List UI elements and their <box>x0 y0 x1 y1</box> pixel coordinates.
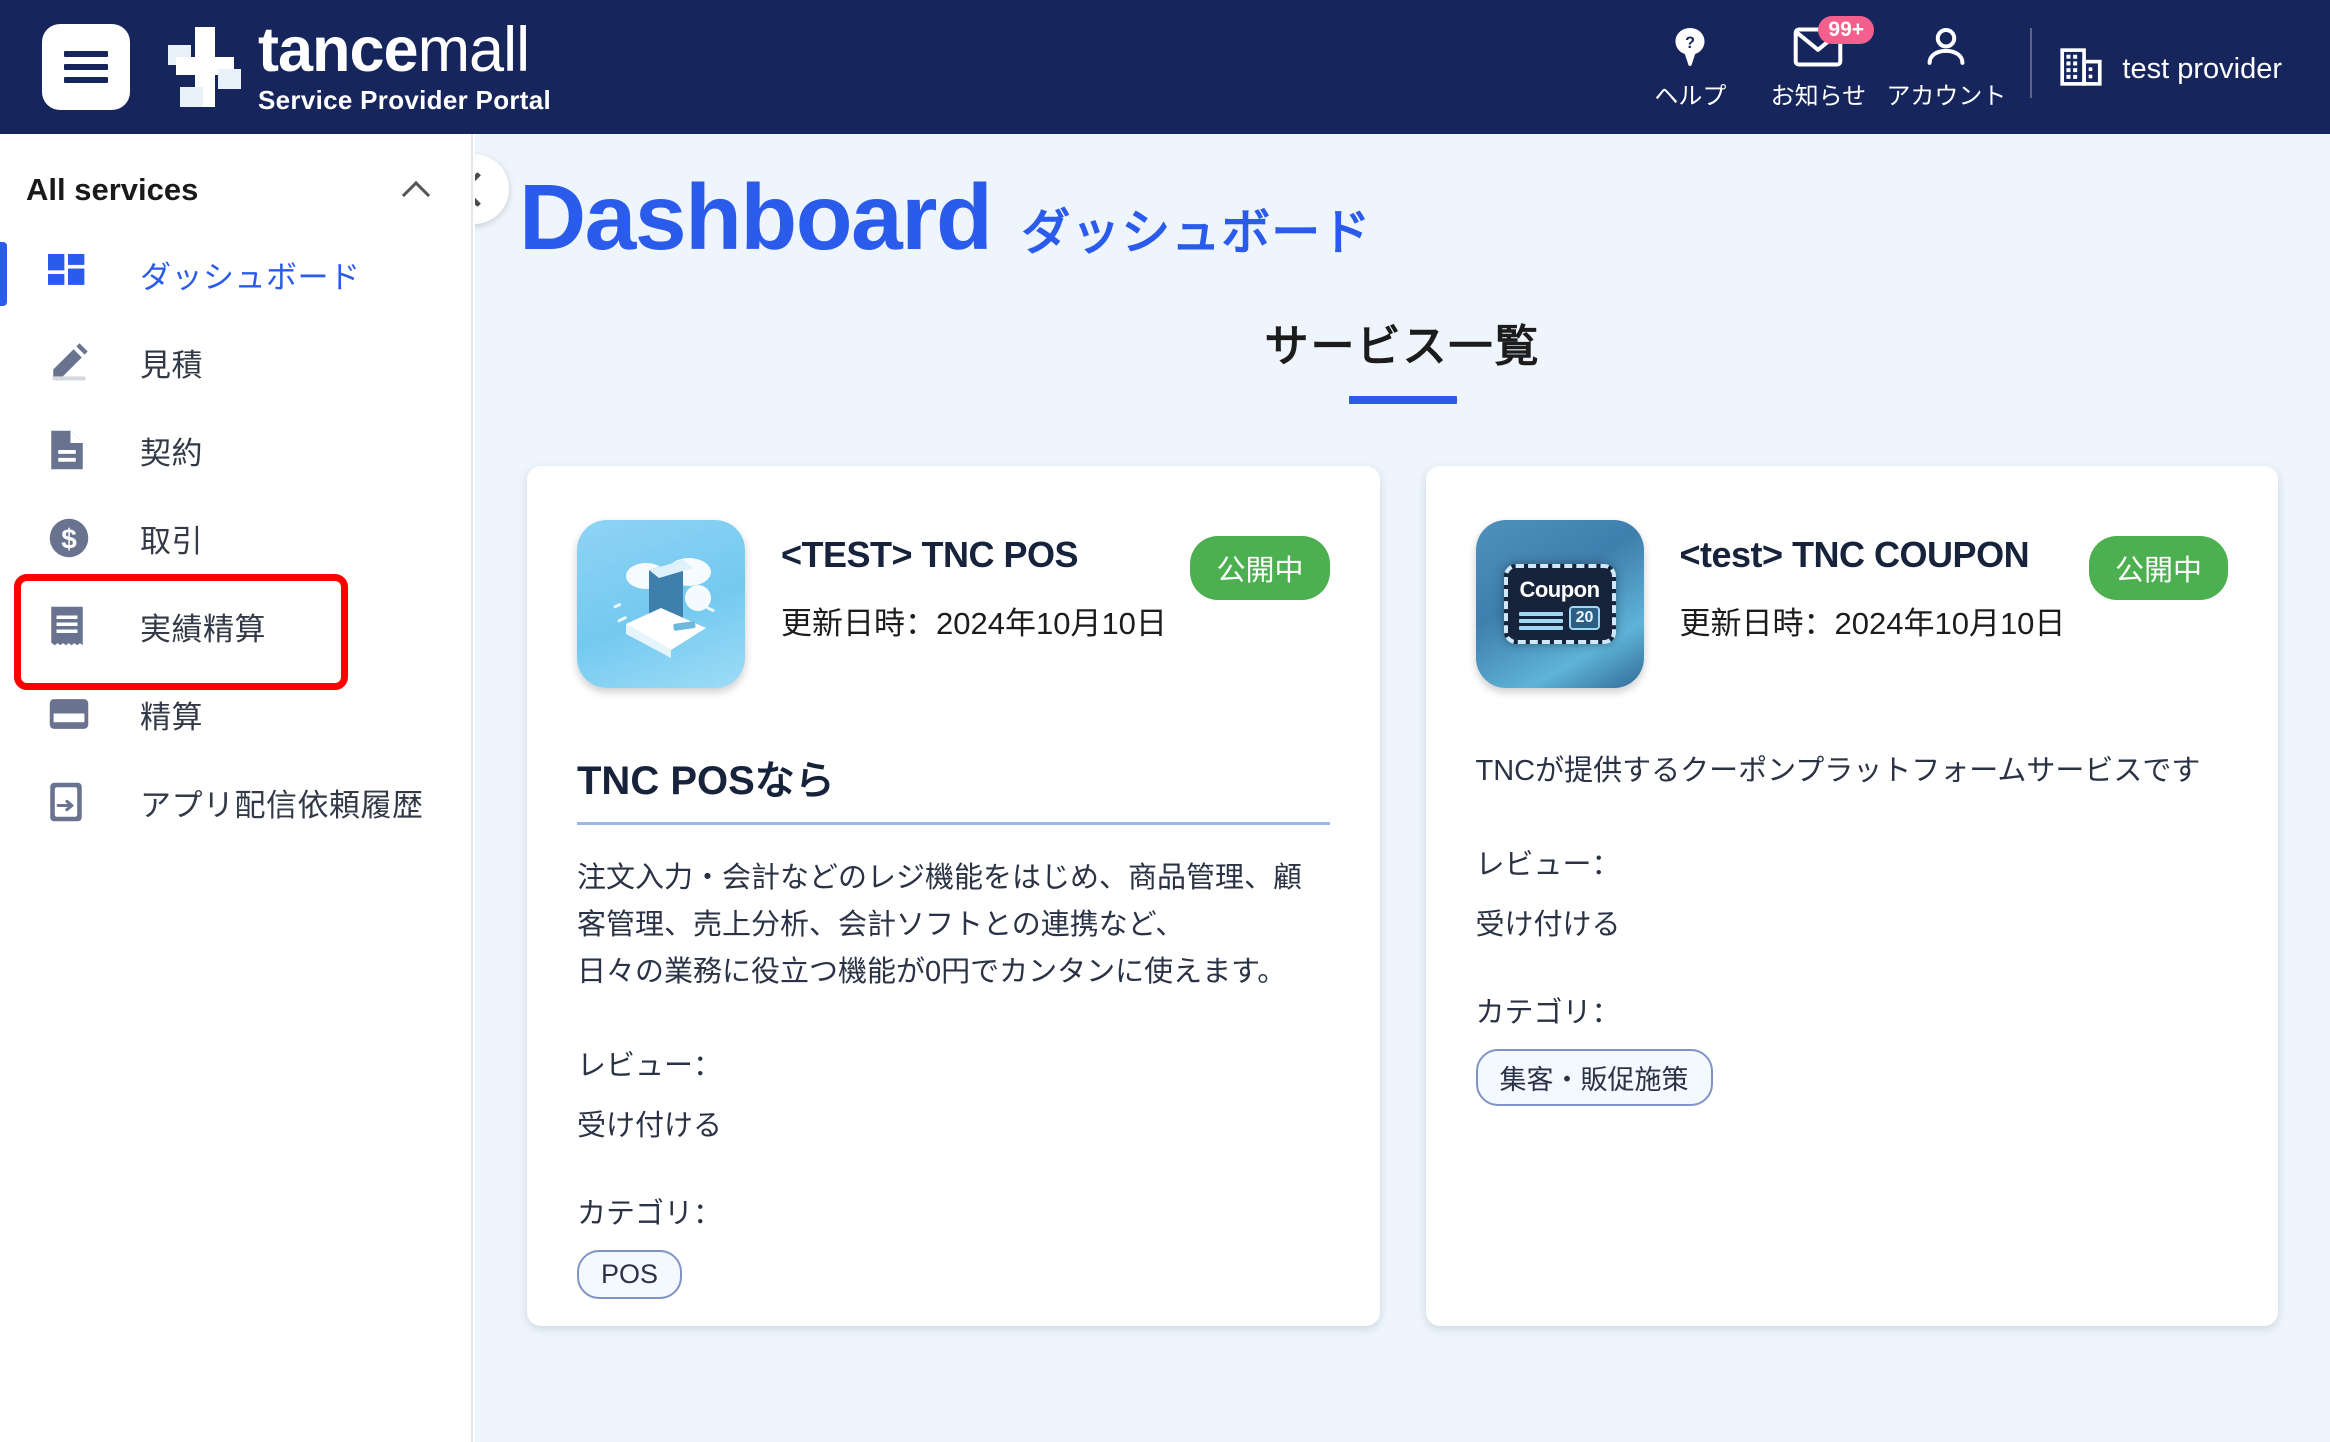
header-divider <box>2030 28 2033 98</box>
building-icon <box>2058 44 2104 95</box>
service-card-body: TNC POSなら 注文入力・会計などのレジ機能をはじめ、商品管理、顧客管理、売… <box>577 748 1330 1300</box>
sidebar-item-performance-settlement[interactable]: 実績精算 <box>0 574 471 690</box>
top-header: tancemall Service Provider Portal ? ヘルプ <box>0 0 2330 134</box>
page-title-en: Dashboard <box>519 165 993 269</box>
dollar-coin-icon: $ <box>48 517 102 559</box>
coupon-lines <box>1518 611 1563 630</box>
pos-app-icon <box>577 520 745 689</box>
sidebar-item-label: 取引 <box>140 523 203 559</box>
service-card-updated: 更新日時：2024年10月10日 <box>1679 606 2066 642</box>
sidebar-item-contract[interactable]: 契約 <box>0 406 471 494</box>
sidebar-title: All services <box>26 172 199 207</box>
review-value: 受け付ける <box>577 1110 723 1143</box>
document-icon <box>48 429 102 471</box>
service-card-header: <TEST> TNC POS 更新日時：2024年10月10日 公開中 <box>577 520 1330 689</box>
coupon-value: 20 <box>1568 606 1601 630</box>
sidebar-item-settlement[interactable]: 精算 <box>0 670 471 758</box>
help-button[interactable]: ? ヘルプ <box>1626 24 1754 111</box>
svg-text:$: $ <box>61 524 77 555</box>
coupon-word: Coupon <box>1519 577 1600 602</box>
header-actions: ? ヘルプ 99+ お知らせ アカウント test provider <box>1626 0 2282 134</box>
sidebar-item-app-delivery-history[interactable]: アプリ配信依頼履歴 <box>0 758 471 846</box>
provider-switcher[interactable]: test provider <box>2058 44 2282 95</box>
service-card-grid: <TEST> TNC POS 更新日時：2024年10月10日 公開中 TNC … <box>475 404 2330 1327</box>
credit-card-icon <box>48 697 102 731</box>
section-underline <box>1348 396 1457 405</box>
page-title: Dashboard ダッシュボード <box>475 134 2330 269</box>
app-share-icon <box>48 781 102 823</box>
account-label: アカウント <box>1886 83 2007 110</box>
help-icon: ? <box>1670 24 1710 70</box>
service-card-lead: TNC POSなら <box>577 748 1330 826</box>
sidebar-item-label: アプリ配信依頼履歴 <box>140 787 424 823</box>
service-card-title: <test> TNC COUPON <box>1679 534 2030 576</box>
hamburger-icon-bar <box>64 51 108 57</box>
service-card-description: 注文入力・会計などのレジ機能をはじめ、商品管理、顧客管理、売上分析、会計ソフトと… <box>577 862 1303 989</box>
review-label: レビュー： <box>1475 848 1621 881</box>
service-card-header: Coupon 20 <test> TNC COUPON 更新日時：2024年10… <box>1475 520 2228 689</box>
service-card[interactable]: Coupon 20 <test> TNC COUPON 更新日時：2024年10… <box>1425 466 2278 1327</box>
sidebar-header[interactable]: All services <box>0 134 471 208</box>
main-content: Dashboard ダッシュボード サービス一覧 <TEST> TNC POS … <box>475 134 2330 1442</box>
service-card-updated: 更新日時：2024年10月10日 <box>781 606 1167 642</box>
brand-name-light: mall <box>417 14 531 85</box>
category-tag-list: POS <box>577 1250 1330 1300</box>
category-tag-list: 集客・販促施策 <box>1475 1048 2229 1106</box>
sidebar-item-estimate[interactable]: 見積 <box>0 318 471 406</box>
sidebar-item-label: 契約 <box>140 435 203 471</box>
receipt-icon <box>48 605 102 647</box>
brand-name-bold: tance <box>258 14 419 85</box>
service-list-section-header: サービス一覧 <box>475 310 2330 405</box>
hamburger-menu-button[interactable] <box>42 24 130 110</box>
service-card-header-text: <test> TNC COUPON 更新日時：2024年10月10日 <box>1680 520 2089 643</box>
pencil-icon <box>48 341 102 383</box>
sidebar: All services ダッシュボード 見積 契約 $ 取引 実績精算 精算 … <box>0 134 473 1442</box>
service-card[interactable]: <TEST> TNC POS 更新日時：2024年10月10日 公開中 TNC … <box>527 466 1380 1327</box>
hamburger-icon-bar <box>64 77 108 83</box>
help-label: ヘルプ <box>1654 83 1727 110</box>
category-tag: 集客・販促施策 <box>1475 1048 1713 1106</box>
category-label: カテゴリ： <box>577 1198 723 1231</box>
sidebar-nav-list: ダッシュボード 見積 契約 $ 取引 実績精算 精算 アプリ配信依頼履歴 <box>0 230 471 846</box>
category-label: カテゴリ： <box>1475 996 1621 1029</box>
dashboard-grid-icon <box>48 254 102 294</box>
account-button[interactable]: アカウント <box>1882 24 2010 111</box>
brand-title: tancemall <box>258 18 551 81</box>
provider-name: test provider <box>2122 53 2282 85</box>
person-icon <box>1925 24 1967 70</box>
review-value: 受け付ける <box>1475 908 1621 941</box>
brand-text: tancemall Service Provider Portal <box>258 18 552 116</box>
notifications-button[interactable]: 99+ お知らせ <box>1754 16 1882 111</box>
status-badge: 公開中 <box>1190 536 1330 601</box>
service-card-body: TNCが提供するクーポンプラットフォームサービスです レビュー： 受け付ける カ… <box>1475 748 2229 1106</box>
sidebar-item-label: 実績精算 <box>140 611 266 647</box>
service-card-description: TNCが提供するクーポンプラットフォームサービスです <box>1475 755 2201 788</box>
section-title: サービス一覧 <box>1264 322 1541 372</box>
coupon-detail: 20 <box>1518 606 1601 630</box>
hamburger-icon-bar <box>64 64 108 70</box>
notification-badge: 99+ <box>1818 16 1875 45</box>
service-card-header-text: <TEST> TNC POS 更新日時：2024年10月10日 <box>781 520 1190 643</box>
coupon-glyph: Coupon 20 <box>1503 564 1616 645</box>
coupon-app-icon: Coupon 20 <box>1475 520 1644 689</box>
page-title-ja: ダッシュボード <box>1021 206 1372 260</box>
sidebar-item-label: ダッシュボード <box>140 259 361 295</box>
tance-mark-icon <box>168 27 242 107</box>
notifications-label: お知らせ <box>1770 83 1867 110</box>
svg-text:?: ? <box>1685 34 1695 52</box>
brand-logo[interactable]: tancemall Service Provider Portal <box>168 18 552 116</box>
service-card-title: <TEST> TNC POS <box>781 534 1079 576</box>
sidebar-item-label: 見積 <box>140 347 203 383</box>
status-badge: 公開中 <box>2088 536 2228 601</box>
sidebar-item-label: 精算 <box>140 699 203 735</box>
chevron-up-icon[interactable] <box>403 177 429 203</box>
sidebar-item-dashboard[interactable]: ダッシュボード <box>0 230 471 318</box>
app-root: tancemall Service Provider Portal ? ヘルプ <box>0 0 2330 1442</box>
category-tag: POS <box>577 1250 683 1300</box>
brand-subtitle: Service Provider Portal <box>258 84 552 115</box>
sidebar-item-transaction[interactable]: $ 取引 <box>0 494 471 582</box>
review-label: レビュー： <box>577 1050 723 1083</box>
